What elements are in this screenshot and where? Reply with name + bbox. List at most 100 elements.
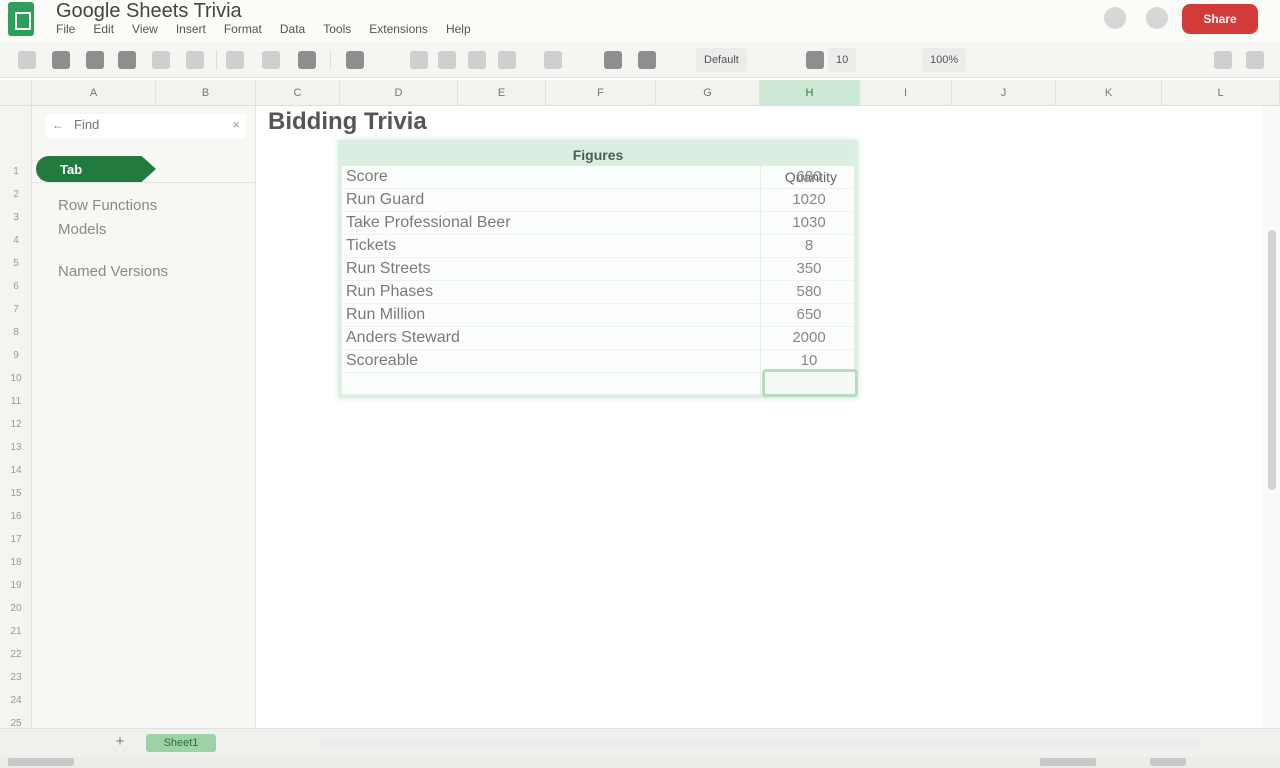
row-value-cell[interactable]: 1030 bbox=[764, 214, 854, 231]
percent-icon[interactable] bbox=[262, 51, 280, 69]
back-arrow-icon[interactable]: ← bbox=[52, 118, 64, 132]
sidebar-search[interactable]: ← × bbox=[46, 114, 246, 138]
row-value-cell[interactable]: 350 bbox=[764, 260, 854, 277]
menu-insert[interactable]: Insert bbox=[176, 22, 206, 36]
row-label-cell[interactable]: Take Professional Beer bbox=[346, 214, 511, 232]
add-sheet-button[interactable]: + bbox=[108, 733, 132, 753]
menu-data[interactable]: Data bbox=[280, 22, 305, 36]
column-h-header[interactable]: H bbox=[760, 80, 860, 106]
row-value-cell[interactable]: 650 bbox=[764, 306, 854, 323]
more-icon[interactable] bbox=[1246, 51, 1264, 69]
undo-icon[interactable] bbox=[52, 51, 70, 69]
row-number[interactable]: 10 bbox=[0, 373, 32, 384]
history-icon[interactable] bbox=[1104, 7, 1126, 29]
row-label-cell[interactable]: Anders Steward bbox=[346, 329, 460, 347]
select-all-corner[interactable] bbox=[0, 80, 32, 106]
column-l-header[interactable]: L bbox=[1162, 80, 1280, 106]
table-header[interactable]: Figures bbox=[342, 144, 854, 166]
row-value-cell[interactable]: 10 bbox=[764, 352, 854, 369]
row-number[interactable]: 15 bbox=[0, 488, 32, 499]
row-label-cell[interactable]: Scoreable bbox=[346, 352, 418, 370]
row-number[interactable]: 8 bbox=[0, 327, 32, 338]
share-button[interactable]: Share bbox=[1182, 4, 1258, 34]
column-c-header[interactable]: C bbox=[256, 80, 340, 106]
document-title[interactable]: Google Sheets Trivia bbox=[56, 0, 242, 23]
row-number[interactable]: 3 bbox=[0, 212, 32, 223]
row-label-cell[interactable]: Run Streets bbox=[346, 260, 430, 278]
strikethrough-icon[interactable] bbox=[544, 51, 562, 69]
redo-icon[interactable] bbox=[86, 51, 104, 69]
paint-format-icon[interactable] bbox=[152, 51, 170, 69]
zoom-select[interactable]: 100% bbox=[922, 48, 967, 72]
vertical-scrollbar[interactable] bbox=[1262, 106, 1280, 728]
column-g-header[interactable]: G bbox=[656, 80, 760, 106]
column-d-header[interactable]: D bbox=[340, 80, 458, 106]
row-number[interactable]: 21 bbox=[0, 626, 32, 637]
row-number[interactable]: 5 bbox=[0, 258, 32, 269]
row-number[interactable]: 24 bbox=[0, 695, 32, 706]
print-icon[interactable] bbox=[118, 51, 136, 69]
row-label-cell[interactable]: Score bbox=[346, 168, 388, 186]
decimal-icon[interactable] bbox=[298, 51, 316, 69]
zoom-icon[interactable] bbox=[186, 51, 204, 69]
sheets-logo-icon[interactable] bbox=[8, 2, 34, 36]
sidebar-item-active[interactable]: Tab bbox=[36, 156, 156, 182]
text-color-icon[interactable] bbox=[604, 51, 622, 69]
column-j-header[interactable]: J bbox=[952, 80, 1056, 106]
sidebar-search-input[interactable] bbox=[74, 117, 224, 132]
menu-tools[interactable]: Tools bbox=[323, 22, 351, 36]
currency-icon[interactable] bbox=[226, 51, 244, 69]
sidebar-item-named-versions[interactable]: Named Versions bbox=[58, 260, 238, 284]
menu-edit[interactable]: Edit bbox=[93, 22, 114, 36]
column-k-header[interactable]: K bbox=[1056, 80, 1162, 106]
row-value-cell[interactable]: 680 bbox=[764, 168, 854, 185]
row-number[interactable]: 12 bbox=[0, 419, 32, 430]
row-number[interactable]: 7 bbox=[0, 304, 32, 315]
menu-help[interactable]: Help bbox=[446, 22, 471, 36]
row-label-cell[interactable]: Run Guard bbox=[346, 191, 424, 209]
row-number[interactable]: 4 bbox=[0, 235, 32, 246]
sidebar-item-models[interactable]: Models bbox=[58, 218, 238, 242]
comment-icon[interactable] bbox=[1146, 7, 1168, 29]
font-select[interactable]: Default bbox=[696, 48, 747, 72]
row-label-cell[interactable]: Run Million bbox=[346, 306, 425, 324]
row-number[interactable]: 18 bbox=[0, 557, 32, 568]
row-label-cell[interactable]: Run Phases bbox=[346, 283, 433, 301]
row-number[interactable]: 17 bbox=[0, 534, 32, 545]
close-icon[interactable]: × bbox=[232, 117, 240, 132]
collapse-toolbar-icon[interactable] bbox=[1214, 51, 1232, 69]
row-number[interactable]: 6 bbox=[0, 281, 32, 292]
row-number[interactable]: 16 bbox=[0, 511, 32, 522]
row-label-cell[interactable]: Tickets bbox=[346, 237, 396, 255]
bold-icon[interactable] bbox=[468, 51, 486, 69]
row-number[interactable]: 20 bbox=[0, 603, 32, 614]
italic-icon[interactable] bbox=[498, 51, 516, 69]
row-number[interactable]: 13 bbox=[0, 442, 32, 453]
selected-cell[interactable] bbox=[762, 369, 858, 397]
column-b-header[interactable]: B bbox=[156, 80, 256, 106]
row-number[interactable]: 9 bbox=[0, 350, 32, 361]
font-size-decrease-icon[interactable] bbox=[410, 51, 428, 69]
menu-view[interactable]: View bbox=[132, 22, 158, 36]
row-number[interactable]: 14 bbox=[0, 465, 32, 476]
column-e-header[interactable]: E bbox=[458, 80, 546, 106]
column-a-header[interactable]: A bbox=[32, 80, 156, 106]
row-number[interactable]: 19 bbox=[0, 580, 32, 591]
borders-icon[interactable] bbox=[806, 51, 824, 69]
row-number[interactable]: 2 bbox=[0, 189, 32, 200]
fill-color-icon[interactable] bbox=[638, 51, 656, 69]
vertical-scroll-thumb[interactable] bbox=[1268, 230, 1276, 490]
row-value-cell[interactable]: 8 bbox=[764, 237, 854, 254]
row-number[interactable]: 22 bbox=[0, 649, 32, 660]
row-number[interactable]: 11 bbox=[0, 396, 32, 407]
number-format-icon[interactable] bbox=[346, 51, 364, 69]
sidebar-item-row-functions[interactable]: Row Functions bbox=[58, 194, 238, 218]
row-value-cell[interactable]: 2000 bbox=[764, 329, 854, 346]
sheet-title-cell[interactable]: Bidding Trivia bbox=[268, 108, 427, 136]
sheet-tab-active[interactable]: Sheet1 bbox=[146, 734, 216, 752]
font-size-select[interactable]: 10 bbox=[828, 48, 857, 72]
search-menus-icon[interactable] bbox=[18, 51, 36, 69]
row-number[interactable]: 1 bbox=[0, 166, 32, 177]
menu-format[interactable]: Format bbox=[224, 22, 262, 36]
column-f-header[interactable]: F bbox=[546, 80, 656, 106]
